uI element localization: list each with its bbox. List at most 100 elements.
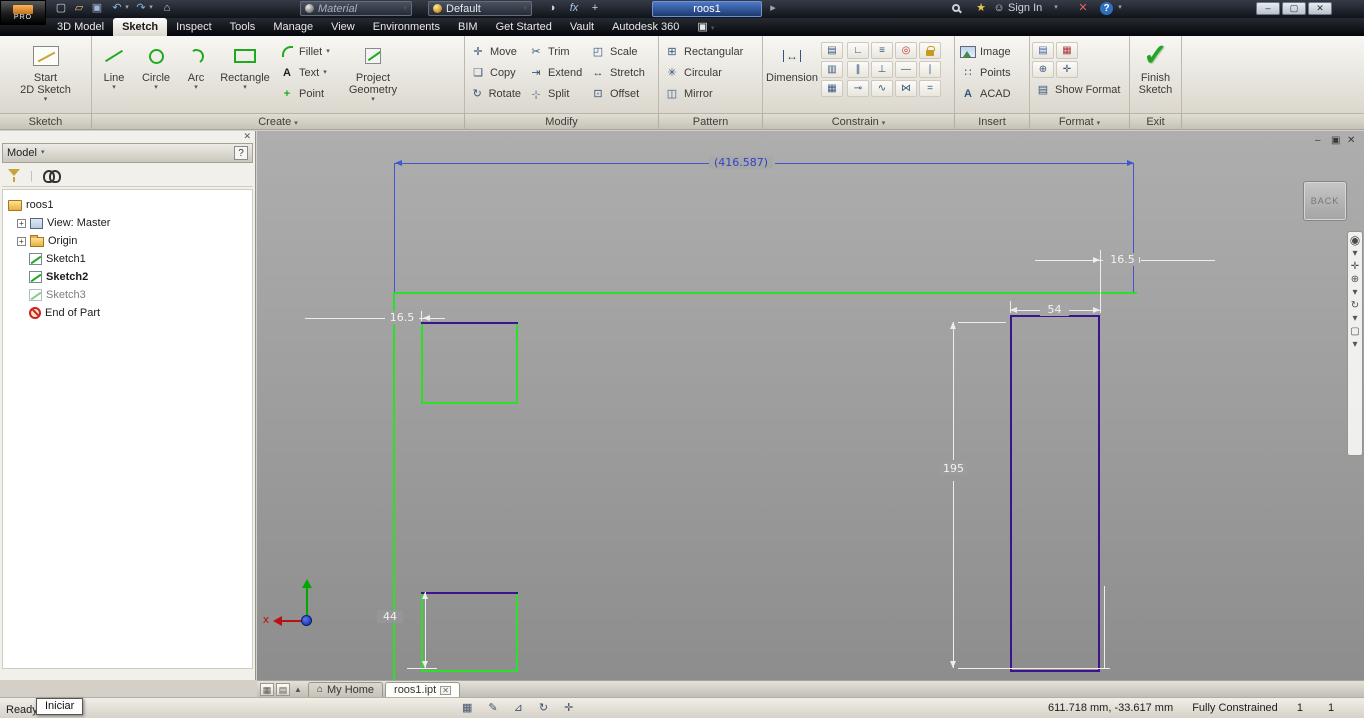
lower-square[interactable] bbox=[421, 592, 518, 672]
move-button[interactable]: ✛ Move bbox=[466, 41, 524, 62]
inventor-logo[interactable]: PRO bbox=[0, 0, 46, 25]
gap-left-dimension-text[interactable]: 16.5 bbox=[385, 311, 419, 324]
format-link-button[interactable]: ▤ bbox=[1032, 42, 1054, 59]
find-icon[interactable] bbox=[42, 170, 61, 183]
smooth-constraint-button[interactable]: ∿ bbox=[871, 80, 893, 97]
tile-panes-icon[interactable]: ▦ bbox=[260, 683, 274, 696]
circle-button[interactable]: Circle ▾ bbox=[135, 38, 177, 111]
look-at-icon[interactable]: ▢ bbox=[1350, 326, 1359, 337]
sign-in-button[interactable]: Sign In bbox=[1008, 1, 1052, 16]
fix-constraint-button[interactable] bbox=[919, 42, 941, 59]
fillet-dropdown-arrow[interactable]: ▾ bbox=[326, 48, 330, 56]
save-button[interactable]: ▣ bbox=[90, 1, 104, 16]
coincident-constraint-button[interactable]: ∟ bbox=[847, 42, 869, 59]
sketch-edit-icon[interactable]: ✎ bbox=[488, 698, 497, 718]
circular-pattern-button[interactable]: ✳ Circular bbox=[660, 62, 758, 83]
center-point-button[interactable]: ✛ bbox=[1056, 61, 1078, 78]
appearance-combo[interactable]: Default ▾ bbox=[428, 1, 532, 16]
horizontal-constraint-button[interactable]: ― bbox=[895, 61, 917, 78]
format-panel-arrow[interactable]: ▾ bbox=[1097, 120, 1101, 127]
gap-top-dimension-text[interactable]: 16.5 bbox=[1106, 253, 1139, 266]
gap-top-dim-line-right[interactable] bbox=[1141, 260, 1215, 261]
tab-get-started[interactable]: Get Started bbox=[487, 18, 561, 36]
dim195-text[interactable]: 195 bbox=[940, 462, 967, 475]
origin-expand-icon[interactable]: + bbox=[17, 236, 26, 246]
tree-item-view-master[interactable]: + View: Master bbox=[3, 214, 252, 232]
copy-button[interactable]: ❏ Copy bbox=[466, 62, 524, 83]
dim44-line[interactable] bbox=[425, 592, 426, 668]
browser-close-icon[interactable]: ✕ bbox=[243, 131, 251, 142]
constrain-panel-arrow[interactable]: ▾ bbox=[882, 120, 886, 127]
tab-vault[interactable]: Vault bbox=[561, 18, 603, 36]
material-combo[interactable]: Material ▾ bbox=[300, 1, 412, 16]
tall-rectangle[interactable] bbox=[1010, 315, 1100, 672]
browser-header[interactable]: Model ▾ ? bbox=[2, 143, 253, 163]
panel-label-constrain[interactable]: Constrain ▾ bbox=[763, 114, 955, 130]
concentric-constraint-button[interactable]: ◎ bbox=[895, 42, 917, 59]
panel-label-create[interactable]: Create ▾ bbox=[92, 114, 465, 130]
browser-help-icon[interactable]: ? bbox=[234, 146, 248, 160]
tab-my-home[interactable]: ⌂ My Home bbox=[307, 682, 384, 697]
create-panel-arrow[interactable]: ▾ bbox=[294, 120, 298, 127]
tree-item-roos1[interactable]: roos1 bbox=[3, 196, 252, 214]
doc-restore-icon[interactable]: ▣ bbox=[1331, 135, 1340, 146]
rectangular-pattern-button[interactable]: ⊞ Rectangular bbox=[660, 41, 758, 62]
ribbon-options-arrow[interactable]: ▾ bbox=[711, 25, 715, 32]
project-geometry-arrow[interactable]: ▾ bbox=[371, 96, 375, 104]
window-minimize-button[interactable]: – bbox=[1256, 2, 1280, 15]
tab-view[interactable]: View bbox=[322, 18, 364, 36]
sign-in-dropdown-arrow[interactable]: ▾ bbox=[1052, 4, 1060, 19]
navigation-wheel-icon[interactable]: ◉ bbox=[1350, 234, 1360, 246]
perpendicular-constraint-button[interactable]: ⊥ bbox=[871, 61, 893, 78]
upper-square-top-edge[interactable] bbox=[421, 322, 518, 324]
centerline-button[interactable]: ⊕ bbox=[1032, 61, 1054, 78]
text-dropdown-arrow[interactable]: ▾ bbox=[323, 69, 327, 77]
favorites-star-icon[interactable]: ★ bbox=[974, 1, 988, 16]
document-title[interactable]: roos1 bbox=[652, 1, 762, 17]
dim195-line-top[interactable] bbox=[953, 322, 954, 460]
circle-dropdown-arrow[interactable]: ▾ bbox=[154, 84, 158, 92]
expand-tabs-icon[interactable]: ▲ bbox=[294, 685, 302, 694]
image-button[interactable]: Image bbox=[956, 41, 1026, 62]
start-2d-sketch-button[interactable]: Start 2D Sketch ▾ bbox=[4, 38, 88, 111]
split-button[interactable]: -¦- Split bbox=[524, 83, 586, 104]
redo-dropdown-arrow[interactable]: ▾ bbox=[147, 4, 155, 19]
driven-dimension-button[interactable]: ▦ bbox=[1056, 42, 1078, 59]
tab-bim[interactable]: BIM bbox=[449, 18, 487, 36]
points-button[interactable]: ∷ Points bbox=[956, 62, 1026, 83]
navigate-icon[interactable]: ✛ bbox=[564, 698, 573, 718]
scale-button[interactable]: ◰ Scale bbox=[586, 41, 650, 62]
symmetric-constraint-button[interactable]: ⋈ bbox=[895, 80, 917, 97]
fillet-button[interactable]: Fillet ▾ bbox=[275, 41, 345, 62]
tab-tools[interactable]: Tools bbox=[221, 18, 265, 36]
redo-button[interactable]: ↷ bbox=[134, 1, 148, 16]
zoom-icon[interactable]: ⊕ bbox=[1351, 274, 1359, 285]
help-dropdown-arrow[interactable]: ▾ bbox=[1116, 4, 1124, 19]
finish-sketch-button[interactable]: ✓ Finish Sketch bbox=[1132, 38, 1180, 111]
open-button[interactable]: ▱ bbox=[72, 1, 86, 16]
tree-item-sketch1[interactable]: Sketch1 bbox=[3, 250, 252, 268]
arc-dropdown-arrow[interactable]: ▾ bbox=[194, 84, 198, 92]
parallel-constraint-button[interactable]: ∥ bbox=[847, 61, 869, 78]
navbar-caret-3[interactable]: ▾ bbox=[1352, 313, 1357, 324]
gap-left-dim-line-left[interactable] bbox=[305, 318, 385, 319]
show-constraints-button[interactable]: ▥ bbox=[821, 61, 843, 78]
tab-3d-model[interactable]: 3D Model bbox=[48, 18, 113, 36]
window-maximize-button[interactable]: ▢ bbox=[1282, 2, 1306, 15]
help-button[interactable]: ? bbox=[1100, 2, 1113, 15]
navbar-caret-1[interactable]: ▾ bbox=[1352, 248, 1357, 259]
view-cube[interactable]: BACK bbox=[1303, 181, 1347, 221]
undo-dropdown-arrow[interactable]: ▾ bbox=[123, 4, 131, 19]
tab-environments[interactable]: Environments bbox=[364, 18, 449, 36]
constraint-settings-button[interactable]: ▦ bbox=[821, 80, 843, 97]
stretch-button[interactable]: ↔ Stretch bbox=[586, 62, 650, 83]
browser-grab-bar[interactable]: ✕ bbox=[0, 131, 255, 143]
doc-minimize-icon[interactable]: – bbox=[1315, 135, 1321, 146]
appearance-dropdown-arrow[interactable]: ▾ bbox=[523, 5, 527, 13]
arc-button[interactable]: Arc ▾ bbox=[177, 38, 215, 111]
width-dimension-line-right[interactable] bbox=[775, 163, 1134, 164]
exchange-x-icon[interactable]: ✕ bbox=[1076, 1, 1090, 16]
new-file-button[interactable]: ▢ bbox=[54, 1, 68, 16]
upper-square[interactable] bbox=[421, 322, 518, 404]
panel-label-modify[interactable]: Modify bbox=[465, 114, 659, 130]
